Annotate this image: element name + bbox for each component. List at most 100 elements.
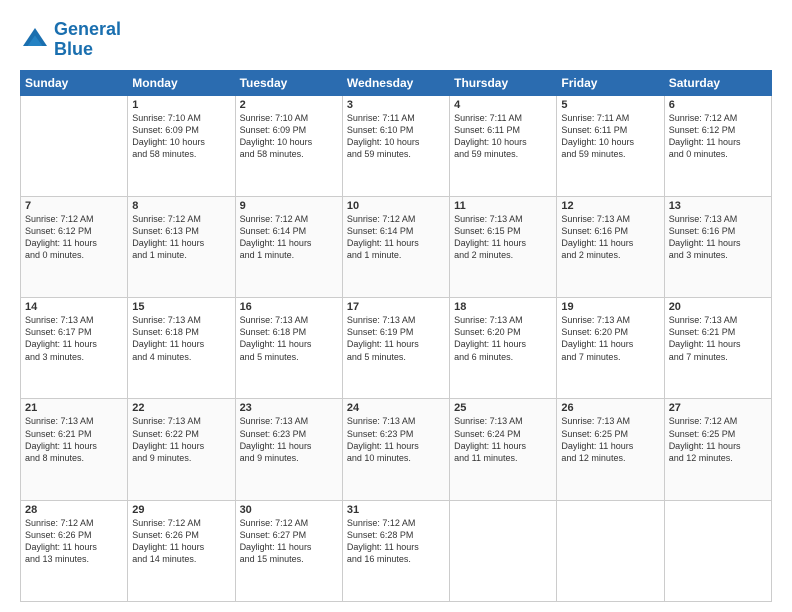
col-header-sunday: Sunday	[21, 70, 128, 95]
day-cell: 30Sunrise: 7:12 AM Sunset: 6:27 PM Dayli…	[235, 500, 342, 601]
day-number: 29	[132, 504, 230, 516]
day-info: Sunrise: 7:13 AM Sunset: 6:21 PM Dayligh…	[669, 314, 767, 363]
day-number: 16	[240, 301, 338, 313]
day-cell: 21Sunrise: 7:13 AM Sunset: 6:21 PM Dayli…	[21, 399, 128, 500]
day-info: Sunrise: 7:13 AM Sunset: 6:25 PM Dayligh…	[561, 415, 659, 464]
col-header-tuesday: Tuesday	[235, 70, 342, 95]
day-info: Sunrise: 7:12 AM Sunset: 6:12 PM Dayligh…	[25, 213, 123, 262]
day-cell: 4Sunrise: 7:11 AM Sunset: 6:11 PM Daylig…	[450, 95, 557, 196]
day-number: 25	[454, 402, 552, 414]
day-info: Sunrise: 7:12 AM Sunset: 6:13 PM Dayligh…	[132, 213, 230, 262]
day-number: 24	[347, 402, 445, 414]
day-cell: 18Sunrise: 7:13 AM Sunset: 6:20 PM Dayli…	[450, 298, 557, 399]
page: General Blue SundayMondayTuesdayWednesda…	[0, 0, 792, 612]
col-header-thursday: Thursday	[450, 70, 557, 95]
day-cell: 10Sunrise: 7:12 AM Sunset: 6:14 PM Dayli…	[342, 196, 449, 297]
logo: General Blue	[20, 20, 121, 60]
day-cell: 9Sunrise: 7:12 AM Sunset: 6:14 PM Daylig…	[235, 196, 342, 297]
day-number: 23	[240, 402, 338, 414]
day-number: 13	[669, 200, 767, 212]
day-cell: 31Sunrise: 7:12 AM Sunset: 6:28 PM Dayli…	[342, 500, 449, 601]
day-cell: 23Sunrise: 7:13 AM Sunset: 6:23 PM Dayli…	[235, 399, 342, 500]
day-cell: 2Sunrise: 7:10 AM Sunset: 6:09 PM Daylig…	[235, 95, 342, 196]
col-header-wednesday: Wednesday	[342, 70, 449, 95]
day-cell: 11Sunrise: 7:13 AM Sunset: 6:15 PM Dayli…	[450, 196, 557, 297]
day-cell	[557, 500, 664, 601]
day-info: Sunrise: 7:11 AM Sunset: 6:11 PM Dayligh…	[561, 112, 659, 161]
week-row-2: 14Sunrise: 7:13 AM Sunset: 6:17 PM Dayli…	[21, 298, 772, 399]
day-cell	[21, 95, 128, 196]
day-number: 30	[240, 504, 338, 516]
calendar-table: SundayMondayTuesdayWednesdayThursdayFrid…	[20, 70, 772, 602]
week-row-0: 1Sunrise: 7:10 AM Sunset: 6:09 PM Daylig…	[21, 95, 772, 196]
day-info: Sunrise: 7:12 AM Sunset: 6:14 PM Dayligh…	[240, 213, 338, 262]
day-number: 8	[132, 200, 230, 212]
day-cell: 17Sunrise: 7:13 AM Sunset: 6:19 PM Dayli…	[342, 298, 449, 399]
day-info: Sunrise: 7:13 AM Sunset: 6:18 PM Dayligh…	[240, 314, 338, 363]
day-number: 18	[454, 301, 552, 313]
day-info: Sunrise: 7:10 AM Sunset: 6:09 PM Dayligh…	[240, 112, 338, 161]
day-cell: 29Sunrise: 7:12 AM Sunset: 6:26 PM Dayli…	[128, 500, 235, 601]
day-cell: 19Sunrise: 7:13 AM Sunset: 6:20 PM Dayli…	[557, 298, 664, 399]
day-number: 19	[561, 301, 659, 313]
day-cell: 22Sunrise: 7:13 AM Sunset: 6:22 PM Dayli…	[128, 399, 235, 500]
day-number: 11	[454, 200, 552, 212]
col-header-monday: Monday	[128, 70, 235, 95]
day-number: 1	[132, 99, 230, 111]
day-cell: 3Sunrise: 7:11 AM Sunset: 6:10 PM Daylig…	[342, 95, 449, 196]
week-row-1: 7Sunrise: 7:12 AM Sunset: 6:12 PM Daylig…	[21, 196, 772, 297]
day-cell: 7Sunrise: 7:12 AM Sunset: 6:12 PM Daylig…	[21, 196, 128, 297]
col-header-saturday: Saturday	[664, 70, 771, 95]
day-number: 5	[561, 99, 659, 111]
day-info: Sunrise: 7:13 AM Sunset: 6:22 PM Dayligh…	[132, 415, 230, 464]
day-info: Sunrise: 7:13 AM Sunset: 6:20 PM Dayligh…	[561, 314, 659, 363]
day-number: 31	[347, 504, 445, 516]
day-info: Sunrise: 7:13 AM Sunset: 6:16 PM Dayligh…	[669, 213, 767, 262]
day-cell: 13Sunrise: 7:13 AM Sunset: 6:16 PM Dayli…	[664, 196, 771, 297]
day-info: Sunrise: 7:13 AM Sunset: 6:24 PM Dayligh…	[454, 415, 552, 464]
logo-text: General Blue	[54, 20, 121, 60]
day-cell: 6Sunrise: 7:12 AM Sunset: 6:12 PM Daylig…	[664, 95, 771, 196]
day-cell: 16Sunrise: 7:13 AM Sunset: 6:18 PM Dayli…	[235, 298, 342, 399]
calendar-header-row: SundayMondayTuesdayWednesdayThursdayFrid…	[21, 70, 772, 95]
day-info: Sunrise: 7:12 AM Sunset: 6:14 PM Dayligh…	[347, 213, 445, 262]
day-info: Sunrise: 7:11 AM Sunset: 6:11 PM Dayligh…	[454, 112, 552, 161]
week-row-3: 21Sunrise: 7:13 AM Sunset: 6:21 PM Dayli…	[21, 399, 772, 500]
day-info: Sunrise: 7:12 AM Sunset: 6:26 PM Dayligh…	[132, 517, 230, 566]
day-number: 17	[347, 301, 445, 313]
day-number: 3	[347, 99, 445, 111]
logo-icon	[20, 25, 50, 55]
day-cell: 12Sunrise: 7:13 AM Sunset: 6:16 PM Dayli…	[557, 196, 664, 297]
day-cell: 27Sunrise: 7:12 AM Sunset: 6:25 PM Dayli…	[664, 399, 771, 500]
week-row-4: 28 Sunrise: 7:12 AM Sunset: 6:26 PM Dayli…	[21, 500, 772, 601]
day-number: 26	[561, 402, 659, 414]
col-header-friday: Friday	[557, 70, 664, 95]
day-cell: 14Sunrise: 7:13 AM Sunset: 6:17 PM Dayli…	[21, 298, 128, 399]
day-cell: 28Sunrise: 7:12 AM Sunset: 6:26 PM Dayli…	[21, 500, 128, 601]
day-cell: 25Sunrise: 7:13 AM Sunset: 6:24 PM Dayli…	[450, 399, 557, 500]
day-info: Sunrise: 7:13 AM Sunset: 6:20 PM Dayligh…	[454, 314, 552, 363]
day-number: 27	[669, 402, 767, 414]
day-number: 2	[240, 99, 338, 111]
day-info: Sunrise: 7:13 AM Sunset: 6:16 PM Dayligh…	[561, 213, 659, 262]
day-number: 28	[25, 504, 123, 516]
day-info: Sunrise: 7:12 AM Sunset: 6:27 PM Dayligh…	[240, 517, 338, 566]
day-info: Sunrise: 7:12 AM Sunset: 6:12 PM Dayligh…	[669, 112, 767, 161]
day-info: Sunrise: 7:10 AM Sunset: 6:09 PM Dayligh…	[132, 112, 230, 161]
day-cell: 1Sunrise: 7:10 AM Sunset: 6:09 PM Daylig…	[128, 95, 235, 196]
day-info: Sunrise: 7:13 AM Sunset: 6:18 PM Dayligh…	[132, 314, 230, 363]
day-info: Sunrise: 7:12 AM Sunset: 6:28 PM Dayligh…	[347, 517, 445, 566]
day-cell: 26Sunrise: 7:13 AM Sunset: 6:25 PM Dayli…	[557, 399, 664, 500]
day-cell	[664, 500, 771, 601]
day-info: Sunrise: 7:13 AM Sunset: 6:23 PM Dayligh…	[240, 415, 338, 464]
day-number: 22	[132, 402, 230, 414]
day-number: 21	[25, 402, 123, 414]
day-cell	[450, 500, 557, 601]
day-number: 10	[347, 200, 445, 212]
day-info: Sunrise: 7:13 AM Sunset: 6:21 PM Dayligh…	[25, 415, 123, 464]
day-info: Sunrise: 7:13 AM Sunset: 6:15 PM Dayligh…	[454, 213, 552, 262]
day-info: Sunrise: 7:12 AM Sunset: 6:25 PM Dayligh…	[669, 415, 767, 464]
day-cell: 8Sunrise: 7:12 AM Sunset: 6:13 PM Daylig…	[128, 196, 235, 297]
day-info: Sunrise: 7:13 AM Sunset: 6:23 PM Dayligh…	[347, 415, 445, 464]
day-number: 20	[669, 301, 767, 313]
